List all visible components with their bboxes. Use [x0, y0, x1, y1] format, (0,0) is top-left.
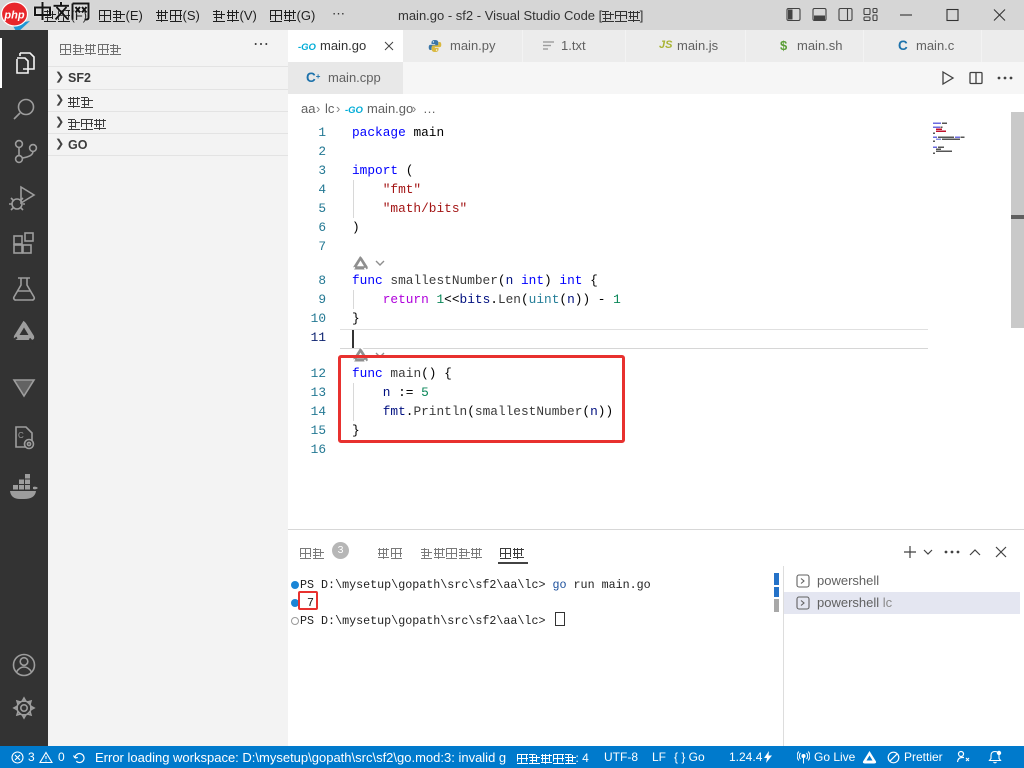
svg-text:‑GO: ‑GO [345, 105, 364, 116]
svg-text:‑GO: ‑GO [298, 42, 317, 53]
svg-text:C: C [18, 431, 24, 440]
svg-text:php: php [3, 10, 24, 22]
